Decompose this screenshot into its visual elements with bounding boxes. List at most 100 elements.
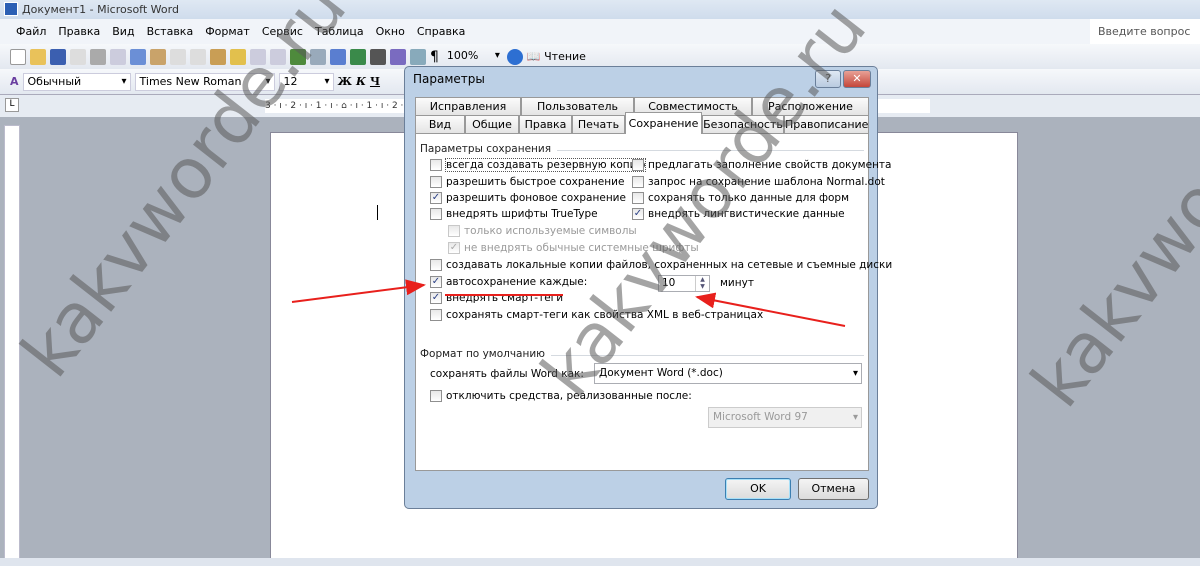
tables-borders-icon[interactable] <box>310 48 326 65</box>
checkbox-box[interactable]: ✓ <box>430 292 442 304</box>
checkbox-embed-linguistic[interactable]: ✓ внедрять лингвистические данные <box>632 208 845 220</box>
ok-button[interactable]: OK <box>725 478 791 500</box>
tab-save[interactable]: Сохранение <box>625 112 702 134</box>
tab-revisions[interactable]: Исправления <box>415 97 521 116</box>
checkbox-box[interactable] <box>430 208 442 220</box>
checkbox-embed-smart-tags[interactable]: ✓ внедрять смарт-теги <box>430 292 563 304</box>
font-select[interactable]: Times New Roman <box>134 72 275 91</box>
print-preview-icon[interactable] <box>110 48 126 65</box>
zoom-select[interactable]: 100% <box>443 48 503 66</box>
checkbox-box[interactable]: ✓ <box>448 242 460 254</box>
checkbox-box[interactable] <box>632 192 644 204</box>
checkbox-local-copies[interactable]: создавать локальные копии файлов, сохран… <box>430 259 892 271</box>
checkbox-always-backup[interactable]: всегда создавать резервную копию <box>430 158 647 172</box>
insert-table-icon[interactable] <box>330 48 346 65</box>
open-icon[interactable] <box>30 48 46 65</box>
underline-button[interactable]: Ч <box>370 75 380 88</box>
checkbox-disable-features[interactable]: отключить средства, реализованные после: <box>430 390 692 402</box>
save-as-select[interactable]: Документ Word (*.doc) <box>594 363 862 384</box>
document-map-icon[interactable] <box>410 48 426 65</box>
checkbox-used-chars-only[interactable]: только используемые символы <box>448 225 637 237</box>
checkbox-autosave[interactable]: ✓ автосохранение каждые: <box>430 276 587 288</box>
help-icon[interactable] <box>506 48 523 65</box>
checkbox-background-save[interactable]: ✓ разрешить фоновое сохранение <box>430 192 626 204</box>
tab-user[interactable]: Пользователь <box>521 97 634 116</box>
font-size-select[interactable]: 12 <box>278 72 334 91</box>
checkbox-smart-tags-xml[interactable]: сохранять смарт-теги как свойства XML в … <box>430 309 763 321</box>
cancel-button[interactable]: Отмена <box>798 478 869 500</box>
undo-icon[interactable] <box>250 48 266 65</box>
ask-question-input[interactable]: Введите вопрос <box>1090 19 1200 44</box>
format-painter-icon[interactable] <box>230 48 246 65</box>
style-select[interactable]: Обычный <box>22 72 131 91</box>
group-default-format: Формат по умолчанию <box>420 348 552 360</box>
tab-view[interactable]: Вид <box>415 115 465 134</box>
vertical-ruler[interactable] <box>4 125 20 560</box>
show-formatting-icon[interactable]: ¶ <box>430 49 439 65</box>
permission-icon[interactable] <box>70 48 86 65</box>
spelling-icon[interactable] <box>130 48 146 65</box>
menu-insert[interactable]: Вставка <box>147 25 194 38</box>
menu-table[interactable]: Таблица <box>315 25 364 38</box>
research-icon[interactable] <box>150 48 166 65</box>
checkbox-label: только используемые символы <box>464 225 637 237</box>
menu-tools[interactable]: Сервис <box>262 25 303 38</box>
checkbox-label: внедрять смарт-теги <box>446 292 564 304</box>
menu-edit[interactable]: Правка <box>58 25 100 38</box>
checkbox-box[interactable] <box>448 225 460 237</box>
menu-help[interactable]: Справка <box>417 25 465 38</box>
checkbox-box[interactable]: ✓ <box>430 276 442 288</box>
tab-security[interactable]: Безопасность <box>702 115 784 134</box>
bold-button[interactable]: Ж <box>338 75 352 88</box>
checkbox-form-data-only[interactable]: сохранять только данные для форм <box>632 192 849 204</box>
insert-excel-icon[interactable] <box>350 48 366 65</box>
cut-icon[interactable] <box>170 48 186 65</box>
tab-file-locations[interactable]: Расположение <box>752 97 869 116</box>
checkbox-box[interactable] <box>430 159 442 171</box>
redo-icon[interactable] <box>270 48 286 65</box>
checkbox-label: сохранять только данные для форм <box>648 192 850 204</box>
drawing-icon[interactable] <box>390 48 406 65</box>
help-button[interactable]: ? <box>815 70 841 88</box>
menu-file[interactable]: Файл <box>16 25 46 38</box>
menu-window[interactable]: Окно <box>376 25 405 38</box>
checkbox-box[interactable]: ✓ <box>632 208 644 220</box>
checkbox-prompt-normal[interactable]: запрос на сохранение шаблона Normal.dot <box>632 176 885 188</box>
tab-print[interactable]: Печать <box>572 115 625 134</box>
menu-format[interactable]: Формат <box>205 25 250 38</box>
hyperlink-icon[interactable] <box>290 48 306 65</box>
tab-selector[interactable]: L <box>5 98 19 112</box>
checkbox-box[interactable] <box>632 176 644 188</box>
checkbox-box[interactable] <box>430 390 442 402</box>
checkbox-label: разрешить фоновое сохранение <box>446 192 626 204</box>
checkbox-fast-save[interactable]: разрешить быстрое сохранение <box>430 176 624 188</box>
reading-label: Чтение <box>544 50 586 63</box>
disable-after-select[interactable]: Microsoft Word 97 <box>708 407 862 428</box>
close-button[interactable]: ✕ <box>843 70 871 88</box>
spinner-arrows-icon[interactable]: ▲ ▼ <box>695 276 709 291</box>
paste-icon[interactable] <box>210 48 226 65</box>
checkbox-box[interactable] <box>632 159 644 171</box>
checkbox-box[interactable] <box>430 176 442 188</box>
reading-button[interactable]: 📖 Чтение <box>527 50 586 63</box>
tab-general[interactable]: Общие <box>465 115 519 134</box>
checkbox-box[interactable] <box>430 259 442 271</box>
columns-icon[interactable] <box>370 48 386 65</box>
checkbox-label: всегда создавать резервную копию <box>444 158 647 172</box>
new-icon[interactable] <box>10 48 26 65</box>
italic-button[interactable]: К <box>356 75 366 88</box>
print-icon[interactable] <box>90 48 106 65</box>
checkbox-box[interactable]: ✓ <box>430 192 442 204</box>
autosave-minutes-spinner[interactable]: 10 ▲ ▼ <box>658 275 710 292</box>
save-icon[interactable] <box>50 48 66 65</box>
checkbox-prompt-properties[interactable]: предлагать заполнение свойств документа <box>632 159 891 171</box>
checkbox-no-system-fonts[interactable]: ✓ не внедрять обычные системные шрифты <box>448 242 699 254</box>
tab-spelling[interactable]: Правописание <box>784 115 869 134</box>
copy-icon[interactable] <box>190 48 206 65</box>
autosave-minutes-value[interactable]: 10 <box>662 277 675 289</box>
checkbox-embed-truetype[interactable]: внедрять шрифты TrueType <box>430 208 598 220</box>
tab-edit[interactable]: Правка <box>519 115 572 134</box>
checkbox-box[interactable] <box>430 309 442 321</box>
menu-view[interactable]: Вид <box>112 25 134 38</box>
text-cursor <box>377 205 378 220</box>
